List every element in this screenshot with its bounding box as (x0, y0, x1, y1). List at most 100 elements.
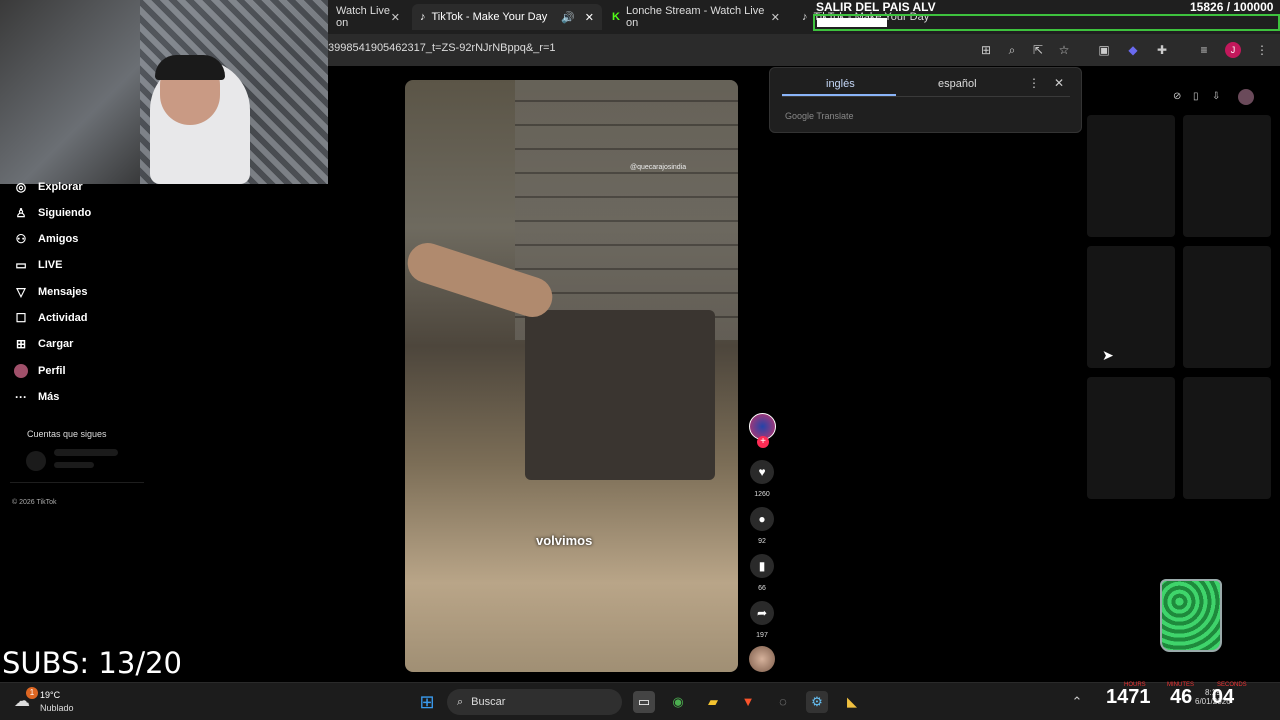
tip-jar (1160, 579, 1222, 652)
search-placeholder: Buscar (471, 696, 506, 708)
tab-lang-spanish[interactable]: español (938, 78, 977, 90)
thumbnail-card[interactable] (1183, 246, 1271, 368)
inbox-icon: ☐ (15, 311, 27, 325)
weather-badge: 1 (26, 687, 38, 699)
device-icon[interactable]: ▯ (1193, 91, 1199, 102)
video-caption: volvimos (536, 533, 593, 548)
app-icon[interactable]: ◌ (772, 691, 794, 713)
close-tab-icon[interactable]: ✕ (391, 11, 400, 24)
sidebar-item-mensajes[interactable]: ▽ Mensajes (14, 285, 87, 299)
follow-plus-icon[interactable]: + (757, 436, 769, 448)
sidebar-item-label: Cargar (38, 338, 74, 350)
thumbnail-card[interactable] (1183, 377, 1271, 499)
upload-icon: ⊞ (15, 337, 27, 351)
extension-icon[interactable]: ▣ (1096, 42, 1112, 58)
share-button[interactable]: ➦ (750, 601, 774, 625)
steam-icon[interactable]: ⚙ (806, 691, 828, 713)
close-icon[interactable]: ✕ (1054, 76, 1064, 90)
google-translate-label: Google Translate (785, 111, 854, 121)
skeleton-line (54, 449, 118, 456)
tiktok-icon: ♪ (420, 11, 426, 23)
sidebar-item-cargar[interactable]: ⊞ Cargar (14, 337, 74, 351)
bookmark-icon: ▮ (758, 559, 766, 573)
tab-label: Watch Live on (336, 5, 391, 29)
weather-temp[interactable]: 19°C (40, 690, 60, 700)
zoom-icon[interactable]: ⌕ (1004, 42, 1020, 58)
webcam-overlay (0, 0, 328, 184)
chevron-up-icon[interactable]: ⌃ (1066, 691, 1088, 713)
brave-icon[interactable]: ▼ (737, 691, 759, 713)
sidebar-item-live[interactable]: ▭ LIVE (14, 258, 62, 272)
thumbnail-card[interactable] (1087, 246, 1175, 368)
timer-seconds: 04 (1211, 686, 1235, 708)
search-icon: ⌕ (457, 695, 464, 708)
subathon-timer: 1471 46 04 (1106, 686, 1234, 709)
tab-watch-live[interactable]: Watch Live on ✕ (328, 4, 408, 30)
sidebar-item-label: LIVE (38, 259, 63, 271)
save-button[interactable]: ▮ (750, 554, 774, 578)
bookmark-star-icon[interactable]: ☆ (1056, 42, 1072, 58)
vpn-icon[interactable]: ◆ (1125, 42, 1141, 58)
avatar[interactable] (1238, 89, 1254, 105)
music-disc[interactable] (749, 646, 775, 672)
following-title: Cuentas que sigues (27, 429, 107, 439)
streamer-cap (155, 55, 225, 80)
translate-icon[interactable]: ⊞ (978, 42, 994, 58)
sidebar-item-label: Siguiendo (38, 207, 92, 219)
url-field[interactable]: 3998541905462317_t=ZS-92rNJrNBppq&_r=1 (328, 42, 556, 54)
sidebar-item-siguiendo[interactable]: ♙ Siguiendo (14, 206, 92, 220)
speaker-icon[interactable]: 🔊 (561, 11, 575, 24)
app-icon[interactable]: ◣ (841, 691, 863, 713)
tiktok-icon: ♪ (802, 11, 808, 23)
folder-icon[interactable]: ▰ (702, 691, 724, 713)
weather-desc[interactable]: Nublado (40, 703, 74, 713)
friends-icon: ⚇ (15, 232, 27, 246)
like-button[interactable]: ♥ (750, 460, 774, 484)
menu-dots-icon[interactable]: ⋮ (1028, 76, 1040, 90)
subs-counter: SUBS: 13/20 (2, 646, 182, 680)
sidebar-item-label: Explorar (38, 181, 83, 193)
windows-start-icon[interactable]: ⊞ (416, 691, 438, 713)
thumbnail-card[interactable] (1087, 115, 1175, 237)
goal-counter: 15826 / 100000 (1190, 0, 1274, 14)
kick-icon: K (612, 11, 620, 23)
thumbnail-card[interactable] (1087, 377, 1175, 499)
comment-button[interactable]: ● (750, 507, 774, 531)
skeleton-avatar (26, 451, 46, 471)
sidebar-item-label: Perfil (38, 365, 66, 377)
tab-label: TikTok - Make Your Day (431, 11, 548, 23)
sidebar-item-amigos[interactable]: ⚇ Amigos (14, 232, 79, 246)
puzzle-icon[interactable]: ✚ (1154, 42, 1170, 58)
copyright: © 2026 TikTok (12, 499, 57, 506)
tab-tiktok-active[interactable]: ♪ TikTok - Make Your Day 🔊 ✕ (412, 4, 602, 30)
video-watermark: @quecarajosindia (630, 164, 687, 171)
chrome-icon[interactable]: ◉ (667, 691, 689, 713)
sidebar-item-mas[interactable]: ··· Más (14, 390, 59, 404)
media-icon[interactable]: ≡ (1196, 42, 1212, 58)
person-icon: ♙ (15, 206, 27, 220)
avatar-icon (14, 364, 28, 378)
close-tab-icon[interactable]: ✕ (771, 11, 780, 24)
profile-avatar-icon[interactable]: J (1225, 42, 1241, 58)
mouse-cursor-icon: ➤ (1102, 347, 1114, 363)
timer-hours: 1471 (1106, 686, 1151, 708)
thumbnail-card[interactable] (1183, 115, 1271, 237)
download-icon[interactable]: ⇩ (1212, 91, 1220, 102)
settings-icon[interactable]: ⊘ (1173, 91, 1181, 102)
video-player[interactable] (405, 80, 738, 672)
close-tab-icon[interactable]: ✕ (585, 11, 594, 24)
sidebar-item-label: Más (38, 391, 60, 403)
sidebar-item-actividad[interactable]: ☐ Actividad (14, 311, 88, 325)
task-view-icon[interactable]: ▭ (633, 691, 655, 713)
tab-lang-english[interactable]: inglés (826, 78, 855, 90)
timer-minutes: 46 (1170, 686, 1193, 708)
taskbar: ☁ 1 19°C Nublado ⊞ ⌕ Buscar ▭ ◉ ▰ ▼ ◌ ⚙ … (0, 682, 1280, 720)
sidebar-item-perfil[interactable]: Perfil (14, 364, 66, 378)
divider (782, 96, 1070, 97)
sidebar-item-explorar[interactable]: ◎ Explorar (14, 180, 83, 194)
menu-dots-icon[interactable]: ⋮ (1254, 42, 1270, 58)
more-icon: ··· (15, 390, 27, 404)
taskbar-search[interactable]: ⌕ Buscar (447, 689, 622, 715)
install-icon[interactable]: ⇱ (1030, 42, 1046, 58)
tab-lonche-stream[interactable]: K Lonche Stream - Watch Live on ✕ (604, 4, 788, 30)
